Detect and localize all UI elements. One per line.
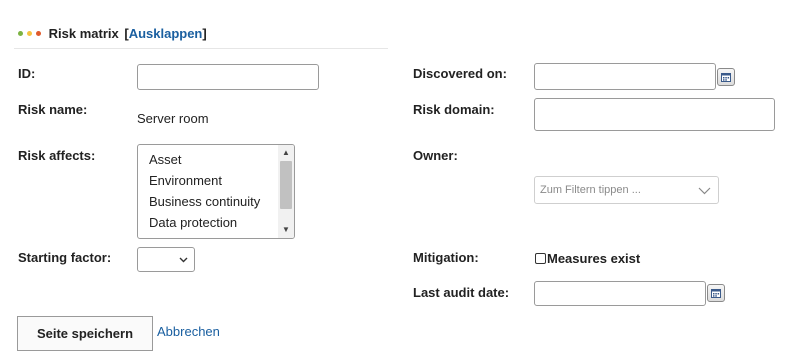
listbox-scrollbar[interactable]: ▲ ▼ bbox=[278, 145, 294, 238]
measures-exist-checkbox[interactable] bbox=[535, 253, 546, 264]
last-audit-date-label: Last audit date: bbox=[413, 285, 510, 300]
list-item[interactable]: Asset bbox=[138, 149, 294, 170]
owner-label: Owner: bbox=[413, 148, 458, 163]
chevron-down-icon bbox=[179, 257, 188, 263]
discovered-on-field[interactable] bbox=[534, 63, 716, 90]
owner-placeholder: Zum Filtern tippen ... bbox=[540, 184, 641, 196]
section-header: Risk matrix [Ausklappen] bbox=[18, 26, 207, 41]
list-item[interactable]: Business continuity bbox=[138, 191, 294, 212]
calendar-icon[interactable] bbox=[717, 68, 735, 86]
risk-name-label: Risk name: bbox=[18, 102, 88, 117]
starting-factor-select[interactable] bbox=[137, 247, 195, 272]
risk-domain-label: Risk domain: bbox=[413, 102, 495, 117]
scroll-up-icon[interactable]: ▲ bbox=[278, 146, 294, 160]
list-item[interactable]: Environment bbox=[138, 170, 294, 191]
owner-select[interactable]: Zum Filtern tippen ... bbox=[534, 176, 719, 204]
chevron-down-icon bbox=[698, 187, 711, 195]
header-divider bbox=[14, 48, 388, 49]
bracket-close: ] bbox=[202, 26, 207, 41]
id-label: ID: bbox=[18, 66, 36, 81]
expand-link[interactable]: Ausklappen bbox=[129, 26, 203, 41]
list-item[interactable]: Data protection bbox=[138, 212, 294, 233]
starting-factor-label: Starting factor: bbox=[18, 250, 112, 265]
save-page-button[interactable]: Seite speichern bbox=[17, 316, 153, 351]
status-dot-green-icon bbox=[18, 31, 23, 37]
risk-name-value: Server room bbox=[137, 111, 209, 126]
measures-exist-label: Measures exist bbox=[547, 251, 641, 266]
section-title: Risk matrix bbox=[48, 26, 119, 41]
calendar-icon[interactable] bbox=[707, 284, 725, 302]
risk-affects-listbox[interactable]: Asset Environment Business continuity Da… bbox=[137, 144, 295, 239]
status-dot-red-icon bbox=[36, 31, 41, 37]
mitigation-label: Mitigation: bbox=[413, 250, 479, 265]
risk-domain-field[interactable] bbox=[534, 98, 775, 131]
risk-affects-label: Risk affects: bbox=[18, 148, 96, 163]
discovered-on-label: Discovered on: bbox=[413, 66, 507, 81]
scroll-down-icon[interactable]: ▼ bbox=[278, 223, 294, 237]
id-field[interactable] bbox=[137, 64, 319, 90]
cancel-link[interactable]: Abbrechen bbox=[157, 324, 220, 339]
last-audit-date-field[interactable] bbox=[534, 281, 706, 306]
scrollbar-thumb[interactable] bbox=[280, 161, 292, 209]
status-dot-yellow-icon bbox=[27, 31, 32, 37]
